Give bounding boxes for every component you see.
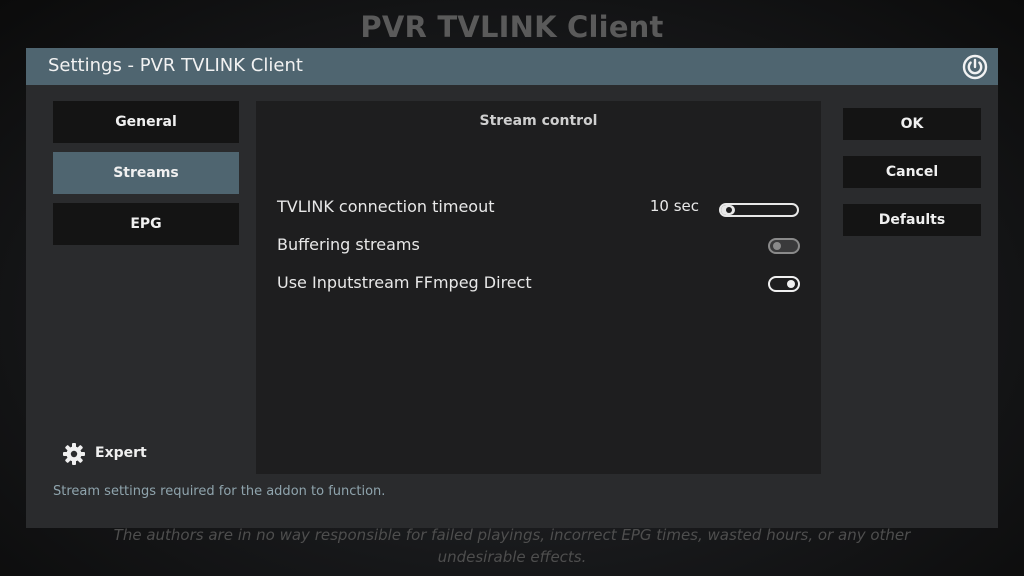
ffmpeg-direct-toggle[interactable]: [768, 276, 800, 292]
category-streams-label: Streams: [113, 165, 179, 181]
settings-panel: Stream control TVLINK connection timeout…: [256, 101, 821, 474]
setting-label: Buffering streams: [277, 235, 420, 254]
dialog-title: Settings - PVR TVLINK Client: [48, 55, 303, 76]
section-title: Stream control: [479, 113, 598, 129]
expert-button[interactable]: Expert: [62, 441, 182, 467]
category-epg[interactable]: EPG: [53, 203, 239, 245]
setting-label: TVLINK connection timeout: [277, 197, 495, 216]
setting-buffering-streams[interactable]: Buffering streams: [256, 228, 821, 264]
settings-dialog: Settings - PVR TVLINK Client General Str…: [26, 48, 998, 528]
category-streams[interactable]: Streams: [53, 152, 239, 194]
slider-knob[interactable]: [726, 207, 732, 213]
toggle-knob: [787, 280, 795, 288]
background-disclaimer: The authors are in no way responsible fo…: [113, 526, 911, 566]
category-epg-label: EPG: [130, 216, 162, 232]
buffering-toggle[interactable]: [768, 238, 800, 254]
ok-button[interactable]: OK: [843, 108, 981, 140]
power-icon[interactable]: [962, 54, 988, 80]
setting-value: 10 sec: [649, 197, 699, 215]
cancel-button[interactable]: Cancel: [843, 156, 981, 188]
setting-inputstream-ffmpeg[interactable]: Use Inputstream FFmpeg Direct: [256, 266, 821, 302]
expert-label: Expert: [95, 445, 147, 461]
defaults-button[interactable]: Defaults: [843, 204, 981, 236]
help-text: Stream settings required for the addon t…: [53, 484, 386, 499]
gear-icon: [62, 442, 86, 466]
dialog-header: Settings - PVR TVLINK Client: [26, 48, 998, 85]
setting-connection-timeout[interactable]: TVLINK connection timeout 10 sec: [256, 190, 821, 226]
category-general-label: General: [115, 114, 177, 130]
timeout-slider[interactable]: [719, 203, 799, 217]
setting-label: Use Inputstream FFmpeg Direct: [277, 273, 532, 292]
category-general[interactable]: General: [53, 101, 239, 143]
background-title: PVR TVLINK Client: [360, 10, 664, 44]
toggle-knob: [773, 242, 781, 250]
